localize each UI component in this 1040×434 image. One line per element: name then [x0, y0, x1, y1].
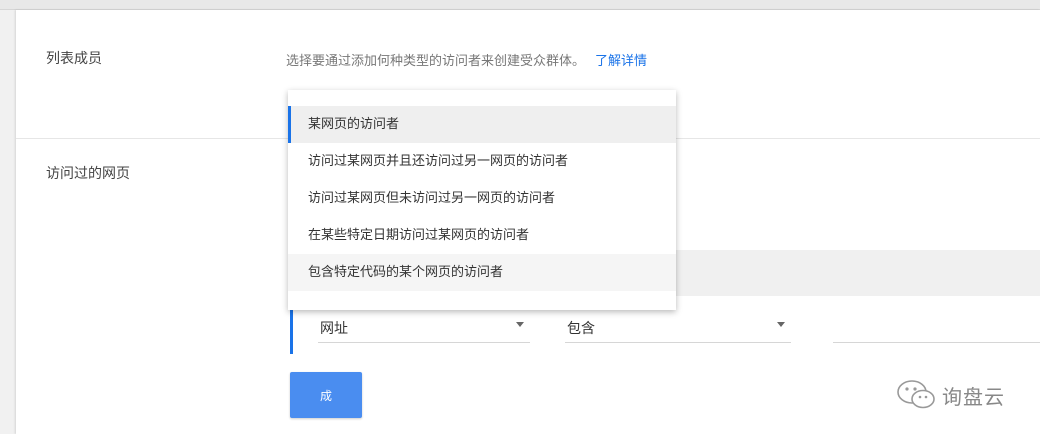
visitor-type-dropdown: 某网页的访问者 访问过某网页并且还访问过另一网页的访问者 访问过某网页但未访问过… — [288, 90, 676, 310]
dropdown-item-visited-not-visited[interactable]: 访问过某网页但未访问过另一网页的访问者 — [288, 180, 676, 217]
audience-form-card: 列表成员 选择要通过添加何种类型的访问者来创建受众群体。 了解详情 访问过的网页 … — [16, 10, 1040, 434]
dropdown-item-visited-and-visited[interactable]: 访问过某网页并且还访问过另一网页的访问者 — [288, 143, 676, 180]
dropdown-item-page-visitors[interactable]: 某网页的访问者 — [288, 106, 676, 143]
dropdown-item-label: 访问过某网页并且还访问过另一网页的访问者 — [308, 154, 569, 169]
rule-field-value: 网址 — [320, 321, 348, 337]
watermark: 询盘云 — [894, 375, 1005, 415]
dropdown-item-label: 访问过某网页但未访问过另一网页的访问者 — [308, 191, 556, 206]
rule-value-input[interactable] — [833, 316, 1040, 343]
list-members-label: 列表成员 — [46, 51, 102, 67]
description-text: 选择要通过添加何种类型的访问者来创建受众群体。 — [286, 54, 586, 69]
chevron-down-icon — [516, 322, 524, 327]
dropdown-item-label: 包含特定代码的某个网页的访问者 — [308, 265, 504, 280]
list-members-description: 选择要通过添加何种类型的访问者来创建受众群体。 了解详情 — [286, 50, 647, 69]
dropdown-item-label: 某网页的访问者 — [308, 117, 400, 132]
chevron-down-icon — [777, 322, 785, 327]
visited-pages-label: 访问过的网页 — [46, 166, 130, 182]
rule-operator-value: 包含 — [567, 321, 595, 337]
dropdown-item-specific-tag[interactable]: 包含特定代码的某个网页的访问者 — [288, 254, 676, 291]
learn-more-link[interactable]: 了解详情 — [595, 54, 647, 69]
top-bar — [0, 0, 1040, 10]
wechat-icon — [897, 380, 935, 409]
dropdown-item-specific-dates[interactable]: 在某些特定日期访问过某网页的访问者 — [288, 217, 676, 254]
rule-operator-select[interactable]: 包含 — [565, 316, 791, 343]
done-button[interactable]: 成 — [290, 372, 362, 418]
rule-field-select[interactable]: 网址 — [318, 316, 530, 343]
dropdown-item-label: 在某些特定日期访问过某网页的访问者 — [308, 228, 530, 243]
watermark-text: 询盘云 — [942, 384, 1005, 409]
